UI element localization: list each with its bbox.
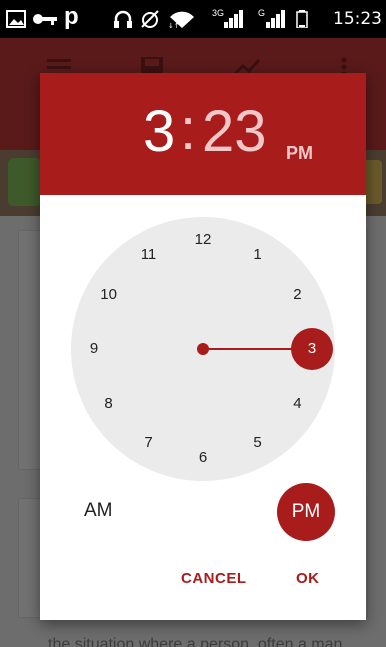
clock-number-4[interactable]: 4	[282, 394, 312, 414]
svg-text:↓↑: ↓↑	[168, 22, 180, 28]
cancel-button[interactable]: CANCEL	[181, 570, 247, 587]
battery-icon	[296, 10, 308, 28]
clock-number-12[interactable]: 12	[188, 230, 218, 250]
image-icon	[6, 10, 26, 28]
clock-number-7[interactable]: 7	[134, 433, 164, 453]
signal-icon	[266, 10, 285, 28]
no-alarm-icon	[141, 10, 159, 28]
key-icon	[33, 14, 57, 25]
clock-number-3[interactable]: 3	[297, 339, 327, 359]
headphones-icon	[114, 10, 132, 28]
clock-face[interactable]: 12 1 2 3 4 5 6 7 8 9 10 11	[71, 217, 335, 481]
clock-number-11[interactable]: 11	[134, 245, 164, 265]
clock-number-2[interactable]: 2	[282, 285, 312, 305]
status-bar: p ↓↑ 3G G 15:23	[0, 0, 386, 38]
am-button[interactable]: AM	[84, 500, 113, 522]
signal-3g-label: 3G	[212, 8, 225, 18]
time-picker-dialog: 3 : 23 PM 12 1 2 3 4 5 6 7 8 9 10 11 AM PM CANCEL O…	[40, 73, 366, 620]
wifi-icon: ↓↑	[168, 11, 194, 28]
ok-button[interactable]: OK	[296, 570, 320, 587]
time-separator: :	[180, 97, 197, 162]
p-icon: p	[64, 3, 79, 30]
clock-number-5[interactable]: 5	[243, 433, 273, 453]
signal-g-label: G	[258, 8, 266, 18]
clock-hand-layer	[197, 328, 333, 370]
pm-button[interactable]: PM	[277, 483, 335, 541]
time-header: 3 : 23 PM	[40, 73, 366, 195]
clock-center-dot	[197, 343, 209, 355]
clock-number-10[interactable]: 10	[94, 285, 124, 305]
clock-number-6[interactable]: 6	[188, 448, 218, 468]
clock-number-8[interactable]: 8	[94, 394, 124, 414]
clock-number-9[interactable]: 9	[79, 339, 109, 359]
pm-label: PM	[291, 501, 321, 522]
minute-display[interactable]: 23	[202, 103, 267, 161]
thumbnail-left[interactable]	[8, 158, 42, 206]
status-time: 15:23	[333, 9, 382, 29]
ampm-display: PM	[286, 143, 313, 163]
hour-display[interactable]: 3	[143, 103, 175, 161]
signal-3g-icon	[224, 10, 243, 28]
background-text: the situation where a person, often a ma…	[48, 636, 343, 647]
clock-number-1[interactable]: 1	[243, 245, 273, 265]
